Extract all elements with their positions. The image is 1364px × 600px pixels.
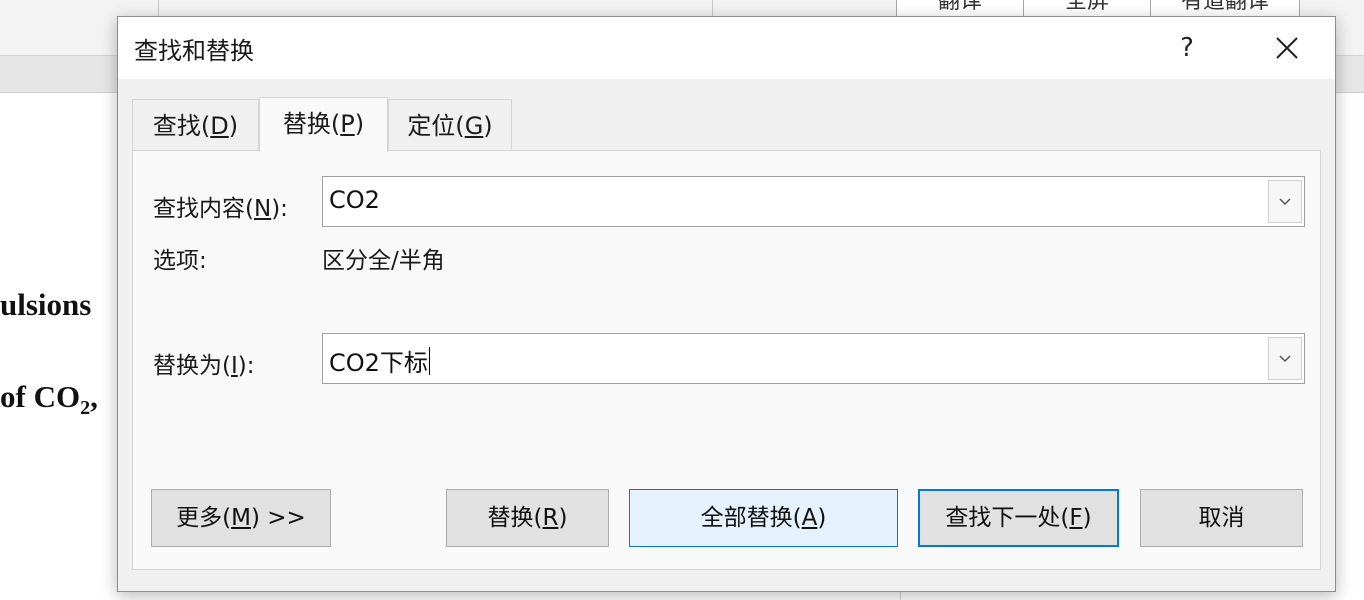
text-caret [428, 347, 430, 375]
find-combo[interactable]: CO2 [322, 176, 1305, 227]
close-button[interactable] [1264, 25, 1310, 71]
chevron-down-icon [1279, 355, 1291, 363]
dialog-titlebar[interactable]: 查找和替换 ? [118, 17, 1335, 79]
find-next-button[interactable]: 查找下一处(F) [918, 489, 1119, 547]
chevron-down-icon [1279, 198, 1291, 206]
tab-replace[interactable]: 替换(P) [259, 97, 388, 152]
button-label: 查找下一处( [945, 505, 1070, 531]
document-line: of CO2, [0, 379, 98, 420]
find-replace-dialog: 查找和替换 ? 查找(D) 替换(P) 定位(G) 查找内容(N): CO2 选… [117, 16, 1336, 592]
help-button[interactable]: ? [1168, 27, 1206, 69]
find-label-suffix: ): [271, 196, 288, 222]
button-accesskey: M [231, 505, 251, 531]
replace-dropdown-button[interactable] [1268, 337, 1302, 380]
close-icon [1276, 37, 1298, 59]
button-accesskey: A [801, 505, 818, 531]
find-input[interactable]: CO2 [329, 186, 380, 214]
document-line: ulsions [0, 287, 92, 322]
tab-label: 替换( [282, 110, 341, 138]
document-text: of CO [0, 379, 81, 414]
button-label-suffix: ) [817, 505, 827, 531]
replace-accesskey: I [230, 353, 238, 379]
tab-accesskey: P [340, 110, 355, 138]
tab-label-suffix: ) [483, 112, 493, 140]
cancel-button[interactable]: 取消 [1140, 489, 1303, 547]
replace-field[interactable]: CO2下标 [329, 343, 430, 378]
button-label-suffix: ) [1082, 505, 1092, 531]
document-text: , [90, 379, 98, 414]
find-label-text: 查找内容( [153, 196, 254, 222]
tab-accesskey: D [210, 112, 229, 140]
replace-combo[interactable]: CO2下标 [322, 333, 1305, 384]
replace-button[interactable]: 替换(R) [446, 489, 609, 547]
replace-all-button[interactable]: 全部替换(A) [629, 489, 898, 547]
dialog-title: 查找和替换 [134, 37, 254, 65]
tab-goto[interactable]: 定位(G) [388, 99, 512, 151]
button-label-suffix: ) >> [251, 505, 306, 531]
replace-label-text: 替换为( [153, 353, 231, 379]
tab-label: 定位( [407, 112, 465, 140]
find-accesskey: N [253, 196, 272, 222]
button-label: 替换( [487, 505, 543, 531]
tab-find[interactable]: 查找(D) [132, 99, 259, 151]
button-label: 取消 [1198, 505, 1245, 531]
more-button[interactable]: 更多(M) >> [151, 489, 331, 547]
tab-label-suffix: ) [228, 112, 239, 140]
document-subscript: 2 [80, 397, 91, 420]
options-label: 选项: [153, 248, 207, 274]
replace-label-suffix: ): [237, 353, 255, 379]
button-accesskey: F [1069, 505, 1083, 531]
replace-input[interactable]: CO2下标 [329, 349, 428, 377]
tab-label-suffix: ) [354, 110, 365, 138]
button-label: 全部替换( [700, 505, 802, 531]
tab-accesskey: G [464, 112, 484, 140]
tab-label: 查找( [152, 112, 211, 140]
button-label-suffix: ) [558, 505, 568, 531]
find-label: 查找内容(N): [153, 189, 288, 223]
replace-label: 替换为(I): [153, 346, 255, 380]
button-accesskey: R [542, 505, 559, 531]
button-label: 更多( [176, 505, 232, 531]
find-dropdown-button[interactable] [1268, 180, 1302, 223]
options-value: 区分全/半角 [322, 248, 445, 274]
